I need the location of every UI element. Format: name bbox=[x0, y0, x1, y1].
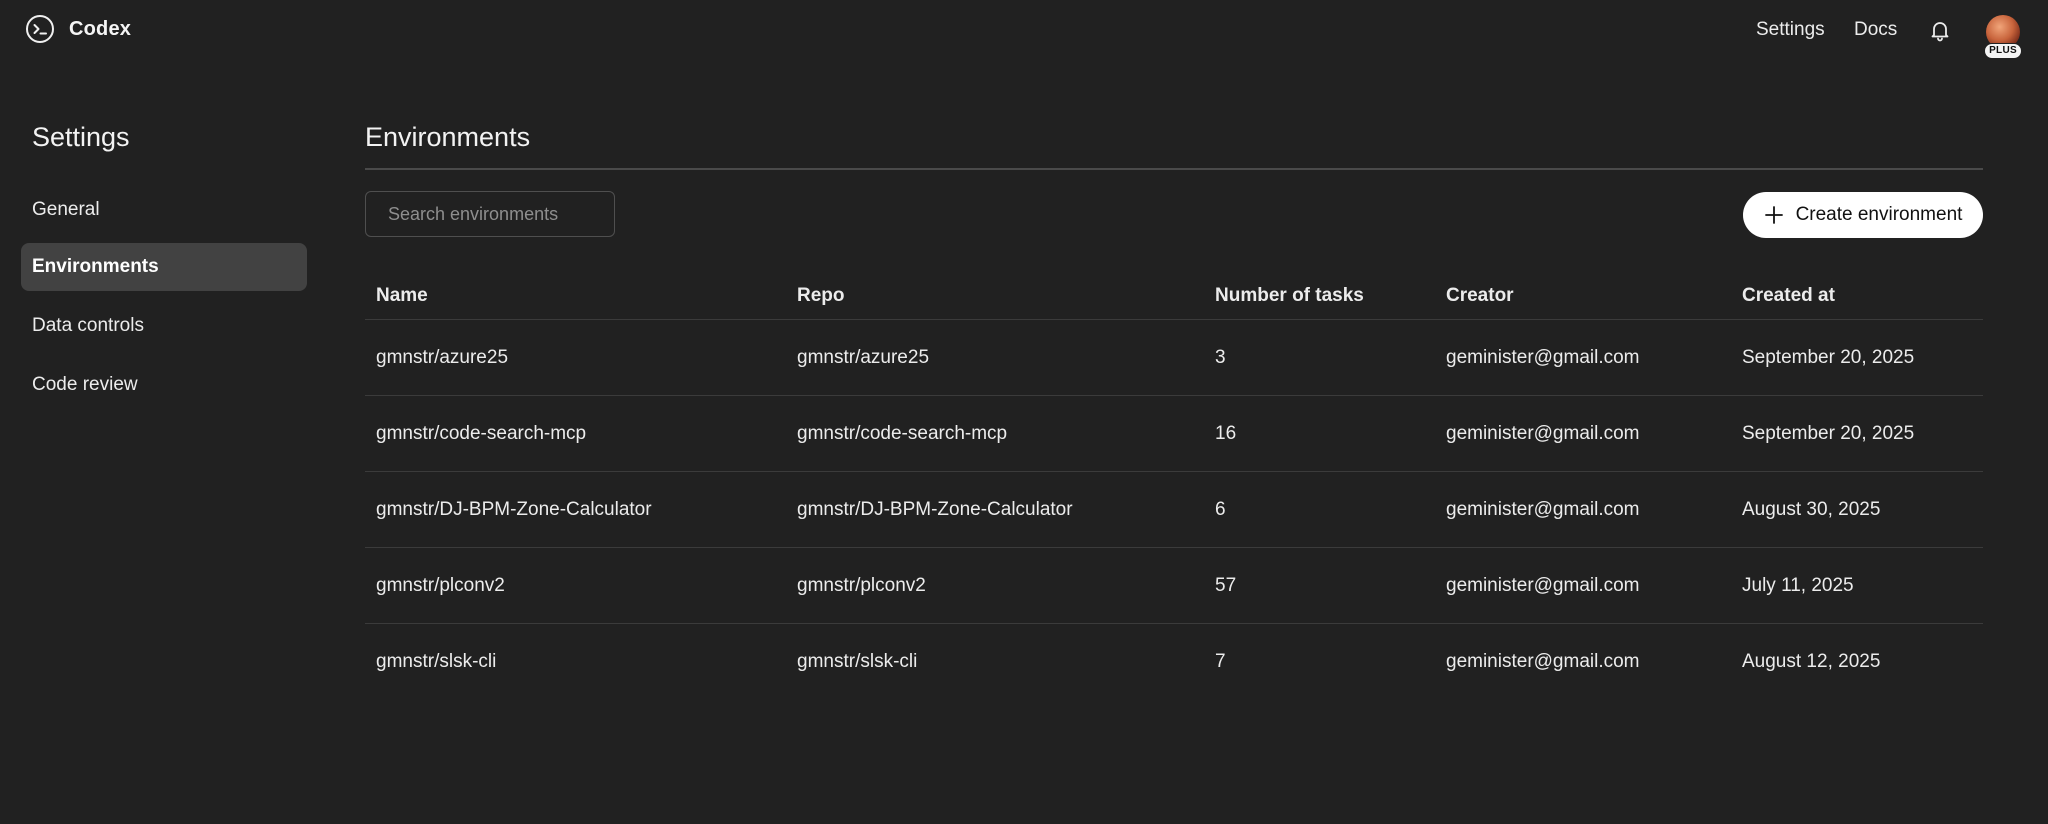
sidebar-title: Settings bbox=[32, 122, 130, 152]
env-created-at: September 20, 2025 bbox=[1742, 423, 1915, 444]
table-header: Name Repo Number of tasks Creator Create… bbox=[365, 275, 1983, 320]
create-environment-label: Create environment bbox=[1795, 204, 1963, 225]
table-row[interactable]: gmnstr/code-search-mcp gmnstr/code-searc… bbox=[365, 396, 1983, 472]
env-name: gmnstr/plconv2 bbox=[376, 575, 505, 596]
brand-name: Codex bbox=[69, 17, 132, 40]
table-row[interactable]: gmnstr/azure25 gmnstr/azure25 3 geminist… bbox=[365, 320, 1983, 396]
env-repo: gmnstr/DJ-BPM-Zone-Calculator bbox=[797, 499, 1073, 520]
sidebar-item-code-review[interactable]: Code review bbox=[21, 361, 307, 409]
environments-table: Name Repo Number of tasks Creator Create… bbox=[365, 275, 1983, 700]
env-creator: geminister@gmail.com bbox=[1446, 499, 1640, 520]
sidebar-item-environments[interactable]: Environments bbox=[21, 243, 307, 291]
brand[interactable]: Codex bbox=[25, 14, 131, 44]
env-repo: gmnstr/plconv2 bbox=[797, 575, 926, 596]
codex-terminal-icon bbox=[26, 15, 54, 43]
plan-badge: PLUS bbox=[1984, 43, 2022, 59]
env-created-at: July 11, 2025 bbox=[1742, 575, 1854, 596]
plus-icon bbox=[1764, 206, 1783, 224]
table-row[interactable]: gmnstr/plconv2 gmnstr/plconv2 57 geminis… bbox=[365, 548, 1983, 624]
env-repo: gmnstr/slsk-cli bbox=[797, 651, 918, 672]
column-header-tasks[interactable]: Number of tasks bbox=[1215, 285, 1364, 307]
env-created-at: September 20, 2025 bbox=[1742, 347, 1915, 368]
bell-icon[interactable] bbox=[1928, 18, 1952, 42]
env-repo: gmnstr/azure25 bbox=[797, 347, 930, 368]
env-creator: geminister@gmail.com bbox=[1446, 423, 1640, 444]
sidebar-item-data-controls[interactable]: Data controls bbox=[21, 302, 307, 350]
env-created-at: August 12, 2025 bbox=[1742, 651, 1881, 672]
env-task-count: 6 bbox=[1215, 499, 1226, 520]
env-task-count: 57 bbox=[1215, 575, 1237, 596]
title-divider bbox=[365, 168, 1983, 170]
top-bar: Codex Settings Docs PLUS bbox=[0, 0, 2048, 60]
env-name: gmnstr/azure25 bbox=[376, 347, 509, 368]
settings-link[interactable]: Settings bbox=[1756, 19, 1825, 41]
env-name: gmnstr/slsk-cli bbox=[376, 651, 497, 672]
codex-app: Codex Settings Docs PLUS Settings Genera… bbox=[0, 0, 2048, 824]
env-task-count: 3 bbox=[1215, 347, 1226, 368]
env-created-at: August 30, 2025 bbox=[1742, 499, 1881, 520]
column-header-creator[interactable]: Creator bbox=[1446, 285, 1514, 307]
env-repo: gmnstr/code-search-mcp bbox=[797, 423, 1008, 444]
env-task-count: 16 bbox=[1215, 423, 1237, 444]
column-header-name[interactable]: Name bbox=[376, 285, 428, 307]
column-header-created-at[interactable]: Created at bbox=[1742, 285, 1835, 307]
docs-link[interactable]: Docs bbox=[1854, 19, 1897, 41]
column-header-repo[interactable]: Repo bbox=[797, 285, 845, 307]
search-input[interactable] bbox=[365, 191, 615, 237]
env-creator: geminister@gmail.com bbox=[1446, 651, 1640, 672]
env-creator: geminister@gmail.com bbox=[1446, 347, 1640, 368]
table-row[interactable]: gmnstr/slsk-cli gmnstr/slsk-cli 7 gemini… bbox=[365, 624, 1983, 700]
env-task-count: 7 bbox=[1215, 651, 1226, 672]
sidebar-item-general[interactable]: General bbox=[21, 186, 307, 234]
page-title: Environments bbox=[365, 122, 531, 152]
user-avatar[interactable]: PLUS bbox=[1984, 15, 2022, 59]
create-environment-button[interactable]: Create environment bbox=[1743, 192, 1983, 238]
env-name: gmnstr/code-search-mcp bbox=[376, 423, 587, 444]
table-row[interactable]: gmnstr/DJ-BPM-Zone-Calculator gmnstr/DJ-… bbox=[365, 472, 1983, 548]
env-name: gmnstr/DJ-BPM-Zone-Calculator bbox=[376, 499, 652, 520]
env-creator: geminister@gmail.com bbox=[1446, 575, 1640, 596]
